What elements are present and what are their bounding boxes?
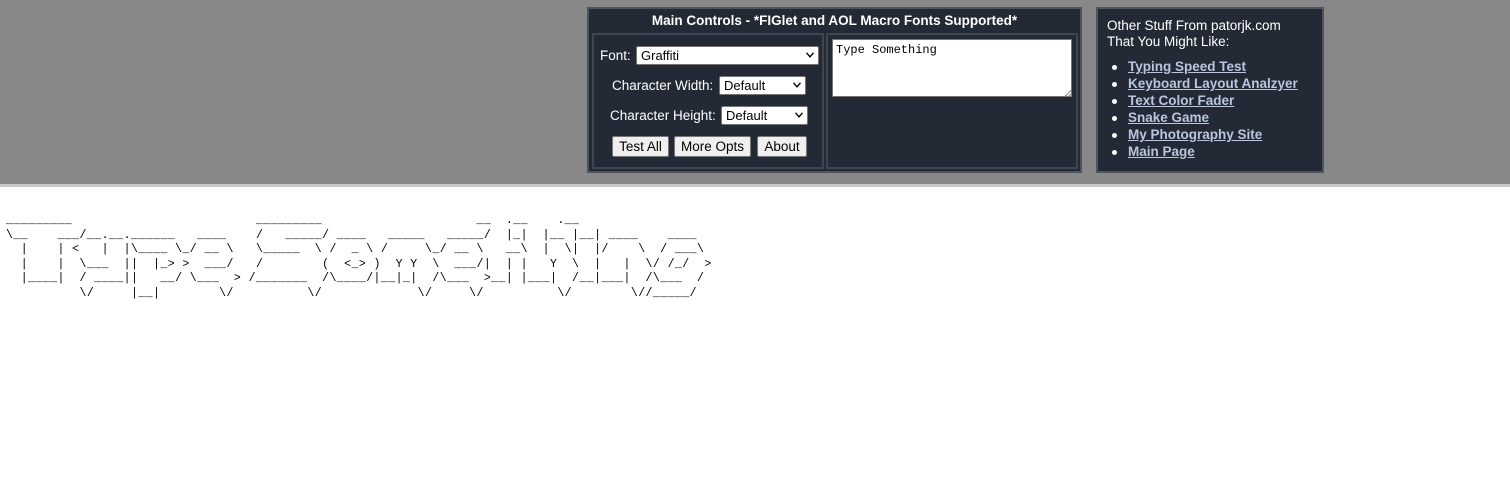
- main-controls-title: Main Controls - *FIGlet and AOL Macro Fo…: [651, 13, 1018, 28]
- list-item: Keyboard Layout Analzyer: [1107, 75, 1298, 92]
- list-item: Snake Game: [1107, 109, 1298, 126]
- font-select-value: Graffiti: [641, 48, 680, 63]
- link-text-color-fader[interactable]: Text Color Fader: [1128, 93, 1234, 108]
- char-height-label: Character Height:: [610, 108, 716, 123]
- more-opts-button[interactable]: More Opts: [674, 136, 751, 157]
- about-button[interactable]: About: [757, 136, 807, 157]
- resize-grip-icon[interactable]: [1064, 89, 1072, 97]
- test-all-button[interactable]: Test All: [612, 136, 669, 157]
- list-item: Text Color Fader: [1107, 92, 1298, 109]
- link-keyboard-layout-analyzer[interactable]: Keyboard Layout Analzyer: [1128, 76, 1298, 91]
- ascii-art-output: _________ _________ __ .__ .__ \__ ___/_…: [6, 214, 712, 300]
- other-stuff-heading: Other Stuff From patorjk.com That You Mi…: [1107, 18, 1281, 49]
- other-stuff-panel: Other Stuff From patorjk.com That You Mi…: [1096, 7, 1324, 173]
- text-input[interactable]: Type Something: [832, 39, 1072, 97]
- chevron-down-icon: [793, 82, 801, 88]
- list-item: My Photography Site: [1107, 126, 1298, 143]
- main-controls-panel: Main Controls - *FIGlet and AOL Macro Fo…: [587, 7, 1082, 173]
- controls-box: Font: Graffiti Character Width: Default …: [592, 33, 824, 169]
- header-divider: [0, 184, 1510, 187]
- char-height-value: Default: [726, 108, 768, 123]
- font-label: Font:: [600, 48, 631, 63]
- char-width-label: Character Width:: [612, 78, 714, 93]
- font-select[interactable]: Graffiti: [636, 46, 819, 65]
- char-width-select[interactable]: Default: [719, 76, 806, 95]
- text-box: Type Something: [826, 33, 1078, 169]
- link-main-page[interactable]: Main Page: [1128, 144, 1195, 159]
- link-photography-site[interactable]: My Photography Site: [1128, 127, 1262, 142]
- list-item: Main Page: [1107, 143, 1298, 160]
- link-typing-speed-test[interactable]: Typing Speed Test: [1128, 59, 1246, 74]
- other-stuff-links: Typing Speed Test Keyboard Layout Analzy…: [1107, 58, 1298, 160]
- chevron-down-icon: [795, 112, 803, 118]
- char-width-value: Default: [724, 78, 766, 93]
- link-snake-game[interactable]: Snake Game: [1128, 110, 1209, 125]
- list-item: Typing Speed Test: [1107, 58, 1298, 75]
- chevron-down-icon: [806, 52, 814, 58]
- char-height-select[interactable]: Default: [721, 106, 808, 125]
